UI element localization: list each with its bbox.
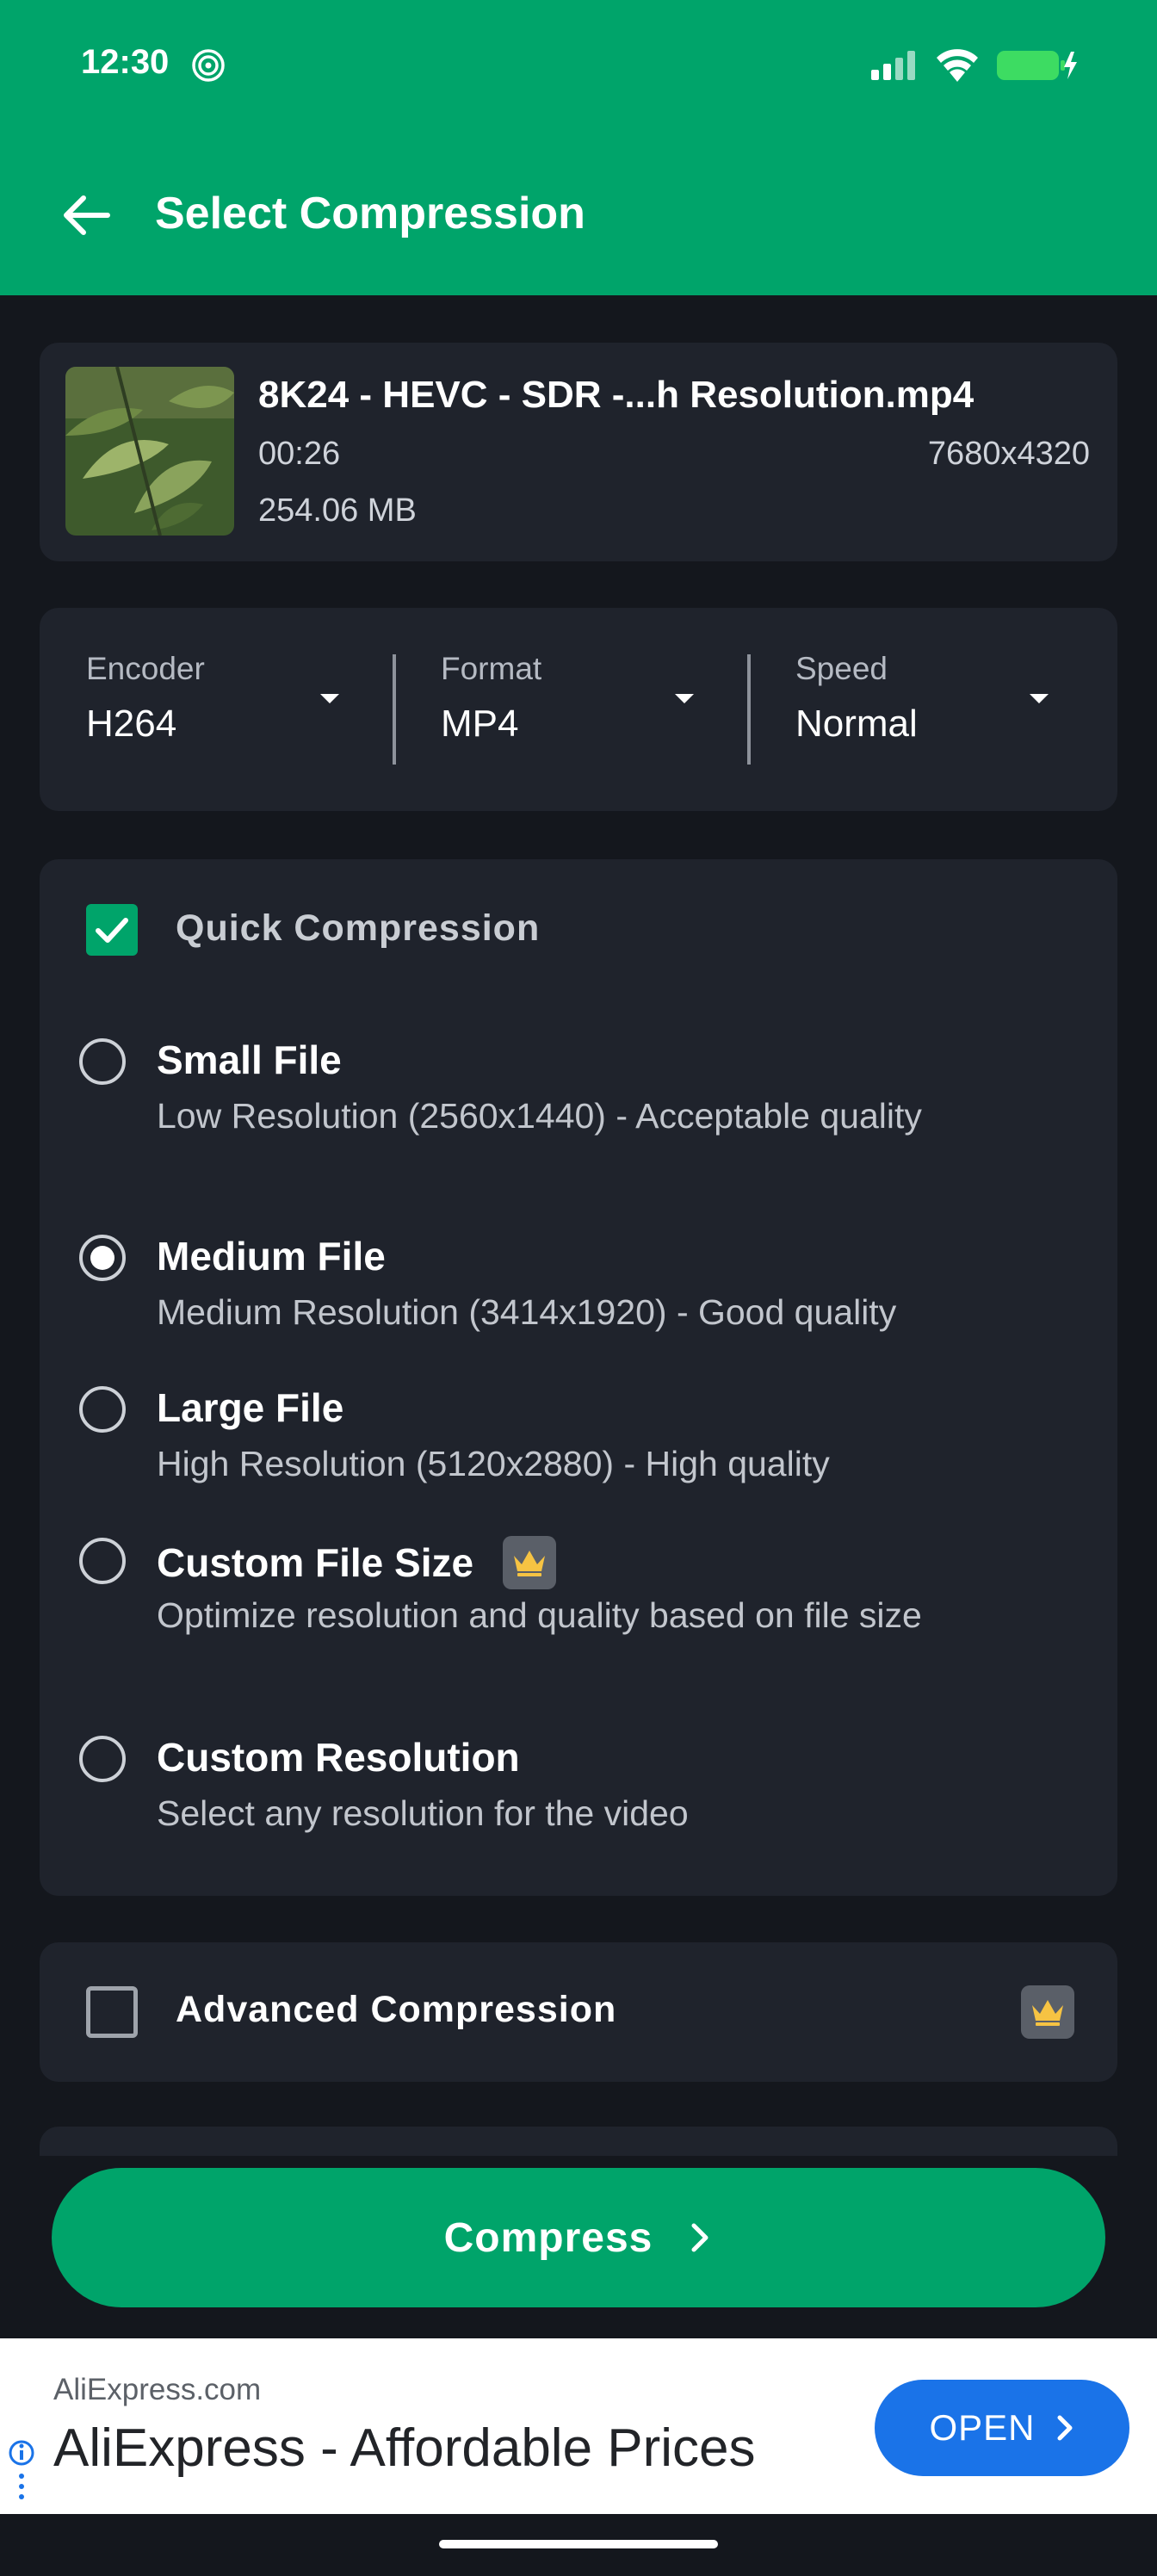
radio-button-selected[interactable] bbox=[79, 1235, 126, 1281]
option-title: Small File bbox=[157, 1037, 342, 1082]
advanced-compression-label: Advanced Compression bbox=[176, 1989, 617, 2030]
divider bbox=[393, 654, 396, 765]
ad-headline[interactable]: AliExpress - Affordable Prices bbox=[53, 2418, 756, 2479]
advanced-compression-card[interactable]: Advanced Compression bbox=[40, 1942, 1117, 2082]
option-custom-file-size[interactable]: Custom File Size Optimize resolution and… bbox=[79, 1533, 1104, 1687]
option-large-file[interactable]: Large File High Resolution (5120x2880) -… bbox=[79, 1381, 1104, 1493]
compress-label: Compress bbox=[443, 2214, 653, 2261]
crown-premium-icon bbox=[503, 1536, 557, 1589]
speed-value: Normal bbox=[795, 703, 918, 745]
encoding-settings-card: Encoder H264 Format MP4 Speed Normal bbox=[40, 608, 1117, 811]
format-value: MP4 bbox=[441, 703, 519, 745]
signal-icon bbox=[871, 51, 915, 80]
encoder-value: H264 bbox=[86, 703, 177, 745]
advanced-compression-checkbox[interactable] bbox=[86, 1986, 138, 2038]
format-label: Format bbox=[441, 651, 542, 686]
ad-info-icon[interactable] bbox=[7, 2438, 36, 2507]
radio-button[interactable] bbox=[79, 1736, 126, 1782]
app-bar: 12:30 Select Compression bbox=[0, 0, 1157, 295]
encoder-label: Encoder bbox=[86, 651, 205, 686]
video-thumbnail bbox=[65, 367, 234, 536]
radio-button[interactable] bbox=[79, 1538, 126, 1584]
option-description: Medium Resolution (3414x1920) - Good qua… bbox=[157, 1292, 897, 1332]
quick-compression-card: Quick Compression Small File Low Resolut… bbox=[40, 859, 1117, 1896]
battery-charging-icon bbox=[997, 51, 1077, 80]
chevron-right-icon bbox=[691, 2223, 708, 2252]
ad-banner[interactable]: AliExpress.com AliExpress - Affordable P… bbox=[0, 2338, 1157, 2514]
option-description: High Resolution (5120x2880) - High quali… bbox=[157, 1444, 830, 1483]
option-title: Custom Resolution bbox=[157, 1735, 520, 1780]
option-description: Low Resolution (2560x1440) - Acceptable … bbox=[157, 1096, 922, 1136]
ad-source: AliExpress.com bbox=[53, 2373, 262, 2406]
option-description: Select any resolution for the video bbox=[157, 1793, 689, 1833]
divider bbox=[747, 654, 751, 765]
status-icons bbox=[871, 48, 1078, 83]
quick-compression-label: Quick Compression bbox=[176, 907, 541, 949]
wifi-icon bbox=[937, 49, 978, 82]
option-title: Custom File Size bbox=[157, 1536, 557, 1589]
speed-label: Speed bbox=[795, 651, 888, 686]
checkmark-icon bbox=[96, 918, 128, 943]
crown-premium-icon bbox=[1021, 1985, 1074, 2039]
option-medium-file[interactable]: Medium File Medium Resolution (3414x1920… bbox=[79, 1229, 1104, 1341]
quick-compression-checkbox[interactable] bbox=[86, 904, 138, 956]
page-title: Select Compression bbox=[155, 189, 585, 238]
encoder-dropdown[interactable]: Encoder H264 bbox=[86, 651, 344, 771]
file-info-card: 8K24 - HEVC - SDR -...h Resolution.mp4 0… bbox=[40, 343, 1117, 561]
compress-button[interactable]: Compress bbox=[52, 2168, 1105, 2307]
speed-dropdown[interactable]: Speed Normal bbox=[795, 651, 1054, 771]
file-resolution: 7680x4320 bbox=[927, 436, 1090, 472]
home-indicator[interactable] bbox=[439, 2540, 718, 2548]
option-custom-resolution[interactable]: Custom Resolution Select any resolution … bbox=[79, 1731, 1104, 1842]
status-time: 12:30 bbox=[81, 43, 170, 81]
back-button[interactable] bbox=[52, 181, 121, 250]
hotspot-icon bbox=[192, 49, 225, 82]
format-dropdown[interactable]: Format MP4 bbox=[441, 651, 699, 771]
chevron-right-icon bbox=[1057, 2415, 1073, 2441]
option-title: Large File bbox=[157, 1385, 344, 1430]
file-duration: 00:26 bbox=[258, 436, 341, 472]
file-size: 254.06 MB bbox=[258, 492, 417, 529]
ad-open-button[interactable]: OPEN bbox=[875, 2380, 1129, 2476]
arrow-left-icon bbox=[64, 195, 110, 235]
next-card-peek bbox=[40, 2127, 1117, 2156]
caret-down-icon bbox=[675, 694, 694, 703]
option-title: Medium File bbox=[157, 1234, 386, 1279]
caret-down-icon bbox=[320, 694, 339, 703]
radio-button[interactable] bbox=[79, 1386, 126, 1433]
file-name: 8K24 - HEVC - SDR -...h Resolution.mp4 bbox=[258, 374, 974, 416]
ad-open-label: OPEN bbox=[929, 2407, 1036, 2448]
caret-down-icon bbox=[1030, 694, 1049, 703]
option-description: Optimize resolution and quality based on… bbox=[157, 1595, 922, 1635]
option-small-file[interactable]: Small File Low Resolution (2560x1440) - … bbox=[79, 1033, 1104, 1188]
radio-button[interactable] bbox=[79, 1038, 126, 1085]
